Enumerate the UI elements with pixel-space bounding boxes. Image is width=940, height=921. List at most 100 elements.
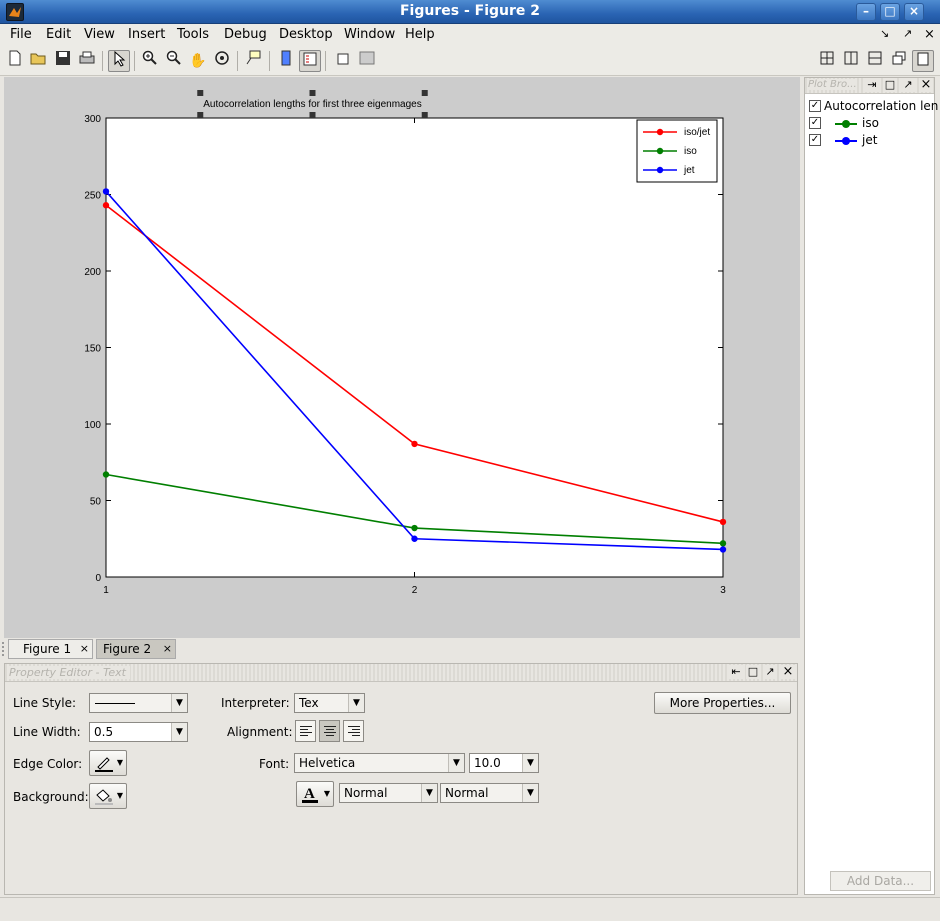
save-icon[interactable] <box>52 50 74 72</box>
undock-panel-icon[interactable]: ↗ <box>763 665 777 679</box>
open-file-icon[interactable] <box>28 50 50 72</box>
edge-color-label: Edge Color: <box>13 757 83 771</box>
jet-line-swatch-icon <box>835 137 857 145</box>
line-width-combobox[interactable]: 0.5 ▼ <box>89 722 188 742</box>
align-left-button[interactable] <box>295 720 316 742</box>
add-data-button[interactable]: Add Data... <box>830 871 931 891</box>
selection-handle[interactable] <box>309 112 316 118</box>
font-weight-dropdown[interactable]: Normal ▼ <box>339 783 438 803</box>
maximize-layout-icon[interactable] <box>912 50 934 72</box>
line-style-dropdown[interactable]: ▼ <box>89 693 188 713</box>
menu-debug[interactable]: Debug <box>224 27 267 42</box>
chevron-down-icon: ▼ <box>171 694 187 712</box>
tile-layout-icon[interactable] <box>816 50 838 72</box>
chevron-down-icon: ▼ <box>116 791 123 800</box>
tab-figure-1[interactable]: Figure 1 × <box>8 639 93 659</box>
selection-handle[interactable] <box>421 90 428 96</box>
rotate-3d-icon[interactable] <box>211 50 233 72</box>
line-width-value[interactable]: 0.5 <box>94 725 113 739</box>
menu-insert[interactable]: Insert <box>128 27 165 42</box>
close-figure-icon[interactable]: × <box>924 27 935 42</box>
edge-color-button[interactable]: ▼ <box>89 750 127 776</box>
data-point-iso[interactable] <box>719 540 727 547</box>
menu-window[interactable]: Window <box>344 27 395 42</box>
edit-plot-arrow-icon[interactable] <box>108 50 130 72</box>
data-point-iso-jet[interactable] <box>411 440 418 448</box>
menu-help[interactable]: Help <box>405 27 435 42</box>
menu-view[interactable]: View <box>84 27 115 42</box>
background-color-button[interactable]: ▼ <box>89 783 127 809</box>
dock-arrow-icon[interactable]: ↗ <box>903 27 912 40</box>
interpreter-dropdown[interactable]: Tex ▼ <box>294 693 365 713</box>
data-point-iso[interactable] <box>102 471 110 478</box>
jet-checkbox[interactable]: ✓ <box>809 134 821 146</box>
close-tab-icon[interactable]: × <box>163 640 172 658</box>
zoom-in-icon[interactable] <box>139 50 161 72</box>
menu-bar: File Edit View Insert Tools Debug Deskto… <box>0 24 940 46</box>
data-point-jet[interactable] <box>102 188 110 195</box>
close-window-button[interactable]: × <box>904 3 924 21</box>
chevron-down-icon: ▼ <box>348 694 364 712</box>
top-bottom-split-icon[interactable] <box>864 50 886 72</box>
plot-browser-title: Plot Bro... <box>808 79 857 90</box>
minimize-button[interactable]: – <box>856 3 876 21</box>
new-figure-icon[interactable] <box>4 50 26 72</box>
legend-label-iso-jet: iso/jet <box>684 127 710 138</box>
legend-icon[interactable] <box>299 50 321 72</box>
minimize-panel-icon[interactable]: ⇥ <box>865 78 879 92</box>
hide-plot-tools-icon[interactable] <box>332 50 354 72</box>
font-angle-dropdown[interactable]: Normal ▼ <box>440 783 539 803</box>
chart-legend[interactable]: iso/jet iso jet <box>636 119 718 183</box>
show-plot-tools-icon[interactable] <box>356 50 378 72</box>
menu-tools[interactable]: Tools <box>177 27 209 42</box>
font-size-value[interactable]: 10.0 <box>474 756 501 770</box>
chevron-down-icon: ▼ <box>116 758 123 767</box>
print-icon[interactable] <box>76 50 98 72</box>
font-size-combobox[interactable]: 10.0 ▼ <box>469 753 539 773</box>
tab-figure-2[interactable]: Figure 2 × <box>96 639 176 659</box>
x-tick-label: 1 <box>103 585 109 596</box>
maximize-button[interactable]: □ <box>880 3 900 21</box>
selection-handle[interactable] <box>197 112 204 118</box>
close-panel-icon[interactable]: × <box>919 78 933 92</box>
align-right-button[interactable] <box>343 720 364 742</box>
pan-hand-icon[interactable]: ✋ <box>187 50 209 72</box>
data-cursor-icon[interactable] <box>243 50 265 72</box>
menu-file[interactable]: File <box>10 27 32 42</box>
align-center-button[interactable] <box>319 720 340 742</box>
data-point-jet[interactable] <box>411 535 418 542</box>
undock-arrow-icon[interactable]: ↘ <box>880 27 889 40</box>
line-width-label: Line Width: <box>13 725 81 739</box>
data-point-iso[interactable] <box>411 524 418 532</box>
close-panel-icon[interactable]: × <box>781 665 795 679</box>
zoom-out-icon[interactable] <box>163 50 185 72</box>
undock-panel-icon[interactable]: ↗ <box>901 78 915 92</box>
text-color-button[interactable]: A ▼ <box>296 781 334 807</box>
close-tab-icon[interactable]: × <box>80 640 89 658</box>
data-point-iso-jet[interactable] <box>102 202 110 209</box>
title-bar: Figures - Figure 2 – □ × <box>0 0 940 24</box>
axes-box[interactable] <box>105 117 724 578</box>
maximize-panel-icon[interactable]: □ <box>746 665 760 679</box>
menu-edit[interactable]: Edit <box>46 27 71 42</box>
data-point-iso-jet[interactable] <box>719 518 727 526</box>
left-right-split-icon[interactable] <box>840 50 862 72</box>
axes-checkbox[interactable]: ✓ <box>809 100 821 112</box>
jet-item-label: jet <box>862 133 878 147</box>
selection-handle[interactable] <box>197 90 204 96</box>
float-layout-icon[interactable] <box>888 50 910 72</box>
minimize-panel-icon[interactable]: ⇤ <box>729 665 743 679</box>
more-properties-button[interactable]: More Properties... <box>654 692 791 714</box>
maximize-panel-icon[interactable]: □ <box>883 78 897 92</box>
selection-handle[interactable] <box>309 90 316 96</box>
menu-desktop[interactable]: Desktop <box>279 27 333 42</box>
data-point-jet[interactable] <box>719 546 727 553</box>
figure-canvas[interactable]: 0 50 100 150 200 250 300 1 2 3 Autocorrelation le… <box>4 77 800 638</box>
iso-checkbox[interactable]: ✓ <box>809 117 821 129</box>
chart-title[interactable]: Autocorrelation lengths for first three … <box>203 99 421 110</box>
line-chart[interactable]: 0 50 100 150 200 250 300 1 2 3 Autocorrelation le… <box>4 77 800 638</box>
selection-handle[interactable] <box>421 112 428 118</box>
alignment-label: Alignment: <box>227 725 293 739</box>
colorbar-icon[interactable] <box>275 50 297 72</box>
font-name-dropdown[interactable]: Helvetica ▼ <box>294 753 465 773</box>
